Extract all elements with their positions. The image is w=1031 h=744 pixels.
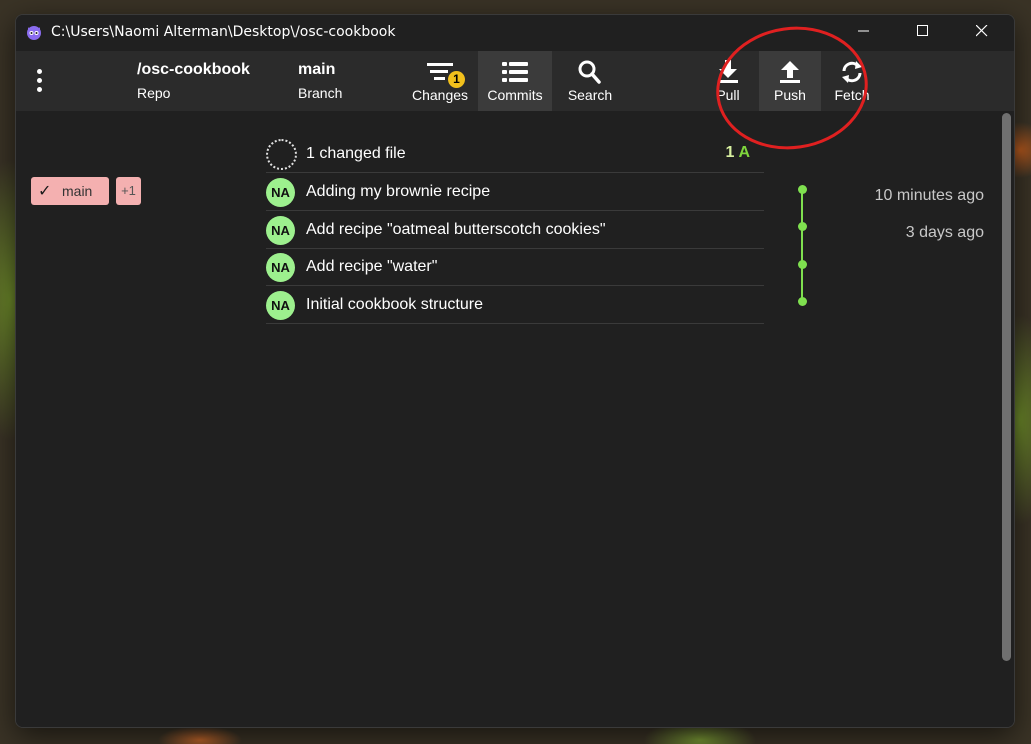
branch-name: main — [298, 61, 336, 78]
commit-history-panel: ✓ main +1 1 changed file 1A NA Adding my… — [16, 111, 1014, 727]
added-status: A — [738, 144, 750, 161]
vertical-scrollbar[interactable] — [1002, 113, 1011, 661]
commit-node — [798, 297, 807, 306]
minimize-icon — [858, 30, 869, 32]
check-icon: ✓ — [38, 181, 52, 200]
commit-time: 3 days ago — [905, 224, 984, 241]
maximize-button[interactable] — [895, 15, 954, 49]
search-icon — [578, 60, 601, 84]
commit-row[interactable]: NA Add recipe "water" — [266, 248, 764, 286]
current-branch-tag[interactable]: ✓ main — [31, 177, 109, 205]
commit-message: Initial cookbook structure — [306, 296, 483, 313]
graph-line — [801, 189, 803, 301]
commits-icon — [502, 62, 528, 82]
commit-row[interactable]: NA Initial cookbook structure — [266, 286, 764, 324]
commit-message: Add recipe "water" — [306, 258, 438, 275]
app-logo-icon — [27, 26, 41, 40]
search-label: Search — [567, 87, 613, 103]
changes-label: Changes — [411, 87, 469, 103]
commit-time: 10 minutes ago — [874, 187, 984, 204]
close-icon — [976, 25, 988, 37]
avatar: NA — [266, 291, 295, 320]
commits-label: Commits — [487, 87, 543, 103]
app-window: C:\Users\Naomi Alterman\Desktop\/osc-coo… — [15, 14, 1015, 728]
commit-message: Add recipe "oatmeal butterscotch cookies… — [306, 221, 606, 238]
commit-message: Adding my brownie recipe — [306, 183, 491, 200]
extra-refs-tag[interactable]: +1 — [116, 177, 141, 205]
title-bar[interactable]: C:\Users\Naomi Alterman\Desktop\/osc-coo… — [16, 15, 1014, 51]
commit-graph — [798, 185, 807, 306]
search-button[interactable]: Search — [553, 51, 627, 111]
branch-tag-label: main — [62, 183, 93, 199]
avatar: NA — [266, 216, 295, 245]
uncommitted-changes-row[interactable]: 1 changed file 1A — [266, 135, 764, 173]
repo-selector[interactable]: /osc-cookbook Repo — [137, 61, 250, 101]
window-title: C:\Users\Naomi Alterman\Desktop\/osc-coo… — [51, 24, 396, 40]
commits-button[interactable]: Commits — [478, 51, 552, 111]
repo-name: /osc-cookbook — [137, 61, 250, 78]
kebab-menu-button[interactable] — [30, 67, 50, 97]
branch-label: Branch — [298, 85, 343, 101]
close-button[interactable] — [954, 15, 1013, 49]
commit-node — [798, 260, 807, 269]
avatar: NA — [266, 253, 295, 282]
changed-files-text: 1 changed file — [306, 145, 406, 162]
changes-count-badge: 1 — [448, 71, 465, 88]
branch-selector[interactable]: main Branch — [298, 61, 342, 101]
commit-node — [798, 185, 807, 194]
added-count: 1 — [725, 144, 735, 161]
working-copy-icon — [266, 139, 297, 170]
avatar: NA — [266, 178, 295, 207]
repo-label: Repo — [137, 85, 171, 101]
maximize-icon — [917, 25, 928, 36]
commit-node — [798, 222, 807, 231]
added-files-count: 1A — [726, 144, 750, 162]
commit-row[interactable]: NA Adding my brownie recipe — [266, 173, 764, 211]
changes-button[interactable]: 1 Changes — [403, 51, 477, 111]
commit-row[interactable]: NA Add recipe "oatmeal butterscotch cook… — [266, 211, 764, 249]
